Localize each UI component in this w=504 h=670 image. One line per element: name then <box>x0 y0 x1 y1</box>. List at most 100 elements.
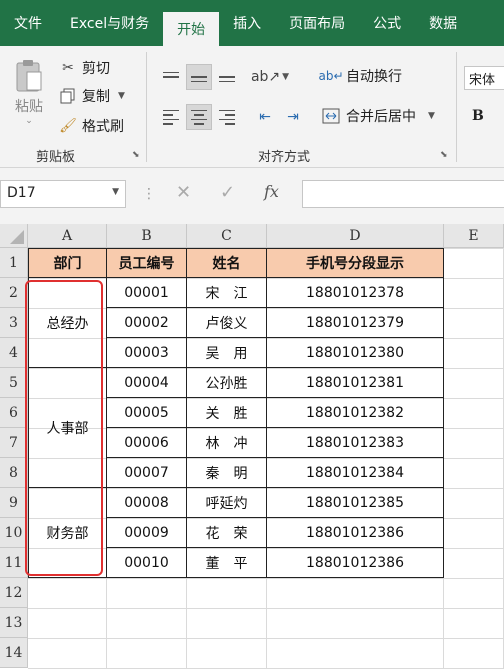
employee-id-cell[interactable]: 00009 <box>107 518 187 548</box>
select-all-corner[interactable] <box>0 224 28 248</box>
phone-cell[interactable]: 18801012384 <box>267 458 444 488</box>
employee-id-cell[interactable]: 00002 <box>107 308 187 338</box>
row-header-14[interactable]: 14 <box>0 638 28 668</box>
column-header-b[interactable]: B <box>107 224 187 248</box>
name-box[interactable]: D17 ▼ <box>0 180 126 208</box>
enter-check-icon[interactable]: ✓ <box>220 182 235 203</box>
row-header-6[interactable]: 6 <box>0 398 28 428</box>
employee-id-cell[interactable]: 00007 <box>107 458 187 488</box>
font-name-input[interactable]: 宋体 <box>464 66 504 90</box>
row-header-3[interactable]: 3 <box>0 308 28 338</box>
merge-cells-icon <box>320 108 342 124</box>
formula-input[interactable] <box>302 180 504 208</box>
phone-cell[interactable]: 18801012385 <box>267 488 444 518</box>
column-header-a[interactable]: A <box>28 224 107 248</box>
clipboard-group-label: 剪贴板 <box>36 150 76 165</box>
employee-name-cell[interactable]: 秦 明 <box>187 458 267 488</box>
employee-name-cell[interactable]: 公孙胜 <box>187 368 267 398</box>
copy-button[interactable]: 复制 ▼ <box>58 86 125 106</box>
employee-id-cell[interactable]: 00010 <box>107 548 187 578</box>
table-header-cell[interactable]: 姓名 <box>187 248 267 278</box>
employee-name-cell[interactable]: 关 胜 <box>187 398 267 428</box>
phone-cell[interactable]: 18801012382 <box>267 398 444 428</box>
row-header-2[interactable]: 2 <box>0 278 28 308</box>
phone-cell[interactable]: 18801012380 <box>267 338 444 368</box>
wrap-text-label: 自动换行 <box>346 69 402 85</box>
ribbon-tab-bar: 文件 Excel与财务 开始 插入 页面布局 公式 数据 <box>0 0 504 46</box>
merge-center-button[interactable]: 合并后居中 ▼ <box>320 106 435 126</box>
tab-page-layout[interactable]: 页面布局 <box>275 0 359 46</box>
clipboard-launcher-icon[interactable]: ⬊ <box>132 150 140 160</box>
format-painter-button[interactable]: 🖌 格式刷 <box>58 116 124 136</box>
row-header-1[interactable]: 1 <box>0 248 28 278</box>
table-header-cell[interactable]: 部门 <box>28 248 107 278</box>
tab-data[interactable]: 数据 <box>415 0 471 46</box>
employee-name-cell[interactable]: 花 荣 <box>187 518 267 548</box>
row-header-7[interactable]: 7 <box>0 428 28 458</box>
row-header-5[interactable]: 5 <box>0 368 28 398</box>
table-header-cell[interactable]: 手机号分段显示 <box>267 248 444 278</box>
row-header-11[interactable]: 11 <box>0 548 28 578</box>
employee-id-cell[interactable]: 00005 <box>107 398 187 428</box>
phone-cell[interactable]: 18801012383 <box>267 428 444 458</box>
clipboard-icon <box>16 60 42 92</box>
tab-file[interactable]: 文件 <box>0 0 56 46</box>
cut-button[interactable]: ✂ 剪切 <box>58 58 110 78</box>
employee-name-cell[interactable]: 呼延灼 <box>187 488 267 518</box>
orientation-icon[interactable]: ab↗ ▼ <box>251 64 289 90</box>
insert-function-icon[interactable]: fx <box>264 182 279 201</box>
excel-window: 文件 Excel与财务 开始 插入 页面布局 公式 数据 粘贴 ⌄ ✂ 剪切 复… <box>0 0 504 670</box>
tab-home[interactable]: 开始 <box>163 12 220 46</box>
row-header-8[interactable]: 8 <box>0 458 28 488</box>
cut-label: 剪切 <box>82 61 110 77</box>
column-header-d[interactable]: D <box>267 224 444 248</box>
align-right-icon[interactable] <box>214 104 240 130</box>
align-center-icon[interactable] <box>186 104 212 130</box>
format-painter-label: 格式刷 <box>82 119 124 135</box>
formula-actions: ✕ ✓ fx <box>164 180 300 208</box>
row-header-13[interactable]: 13 <box>0 608 28 638</box>
formula-bar: D17 ▼ ⋮ ✕ ✓ fx <box>0 168 504 224</box>
cancel-icon[interactable]: ✕ <box>176 182 191 203</box>
group-separator <box>146 52 147 162</box>
employee-name-cell[interactable]: 吴 用 <box>187 338 267 368</box>
employee-name-cell[interactable]: 林 冲 <box>187 428 267 458</box>
tab-insert[interactable]: 插入 <box>219 0 275 46</box>
row-header-10[interactable]: 10 <box>0 518 28 548</box>
decrease-indent-icon[interactable]: ⇤ <box>252 104 278 130</box>
paste-button[interactable]: 粘贴 ⌄ <box>8 58 50 126</box>
phone-cell[interactable]: 18801012378 <box>267 278 444 308</box>
employee-name-cell[interactable]: 卢俊义 <box>187 308 267 338</box>
employee-id-cell[interactable]: 00004 <box>107 368 187 398</box>
wrap-text-button[interactable]: ab↵ 自动换行 <box>318 66 402 86</box>
phone-cell[interactable]: 18801012386 <box>267 518 444 548</box>
increase-indent-icon[interactable]: ⇥ <box>280 104 306 130</box>
employee-id-cell[interactable]: 00008 <box>107 488 187 518</box>
employee-id-cell[interactable]: 00006 <box>107 428 187 458</box>
paste-label: 粘贴 <box>15 99 43 115</box>
phone-cell[interactable]: 18801012379 <box>267 308 444 338</box>
tab-formulas[interactable]: 公式 <box>359 0 415 46</box>
employee-name-cell[interactable]: 宋 江 <box>187 278 267 308</box>
employee-id-cell[interactable]: 00001 <box>107 278 187 308</box>
column-header-e[interactable]: E <box>444 224 504 248</box>
copy-icon <box>58 88 78 104</box>
employee-id-cell[interactable]: 00003 <box>107 338 187 368</box>
phone-cell[interactable]: 18801012386 <box>267 548 444 578</box>
align-left-icon[interactable] <box>158 104 184 130</box>
phone-cell[interactable]: 18801012381 <box>267 368 444 398</box>
row-header-4[interactable]: 4 <box>0 338 28 368</box>
row-header-9[interactable]: 9 <box>0 488 28 518</box>
employee-name-cell[interactable]: 董 平 <box>187 548 267 578</box>
tab-excel-finance[interactable]: Excel与财务 <box>56 0 163 46</box>
align-middle-icon[interactable] <box>186 64 212 90</box>
alignment-launcher-icon[interactable]: ⬊ <box>440 150 448 160</box>
row-header-12[interactable]: 12 <box>0 578 28 608</box>
align-top-icon[interactable] <box>158 64 184 90</box>
department-highlight-box <box>25 280 103 576</box>
drag-handle-icon[interactable]: ⋮ <box>142 186 156 202</box>
bold-button[interactable]: B <box>472 108 484 124</box>
align-bottom-icon[interactable] <box>214 64 240 90</box>
table-header-cell[interactable]: 员工编号 <box>107 248 187 278</box>
column-header-c[interactable]: C <box>187 224 267 248</box>
